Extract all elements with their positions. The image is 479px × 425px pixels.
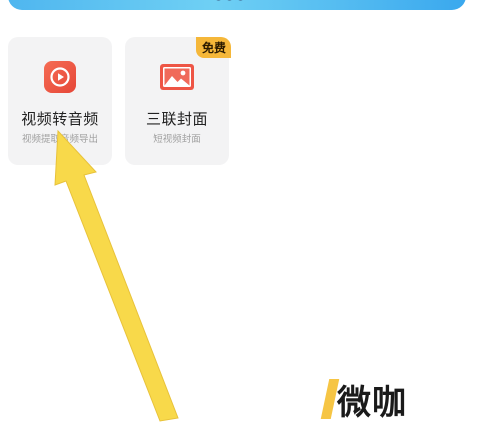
watermark-text: 微咖 xyxy=(337,382,407,423)
banner-pager-dots xyxy=(216,0,243,1)
video-play-icon xyxy=(42,59,78,95)
tool-card-triple-cover[interactable]: 免费 三联封面 短视频封面 xyxy=(125,37,231,165)
watermark-logo: 微咖 xyxy=(320,376,407,423)
pager-dot xyxy=(227,0,232,1)
tool-title: 三联封面 xyxy=(145,110,208,128)
top-banner[interactable] xyxy=(8,0,466,10)
free-badge: 免费 xyxy=(195,37,231,58)
pager-dot xyxy=(238,0,243,1)
tool-subtitle: 短视频封面 xyxy=(153,134,201,145)
screen: 视频转音频 视频提取音频导出 免费 三联封面 短视频封面 微咖 xyxy=(0,0,479,425)
tool-card-video-to-audio[interactable]: 视频转音频 视频提取音频导出 xyxy=(8,37,112,165)
tool-title: 视频转音频 xyxy=(21,110,99,128)
arrow-shape xyxy=(54,129,179,422)
image-icon xyxy=(159,59,195,95)
pager-dot xyxy=(216,0,221,1)
tool-subtitle: 视频提取音频导出 xyxy=(21,134,98,145)
